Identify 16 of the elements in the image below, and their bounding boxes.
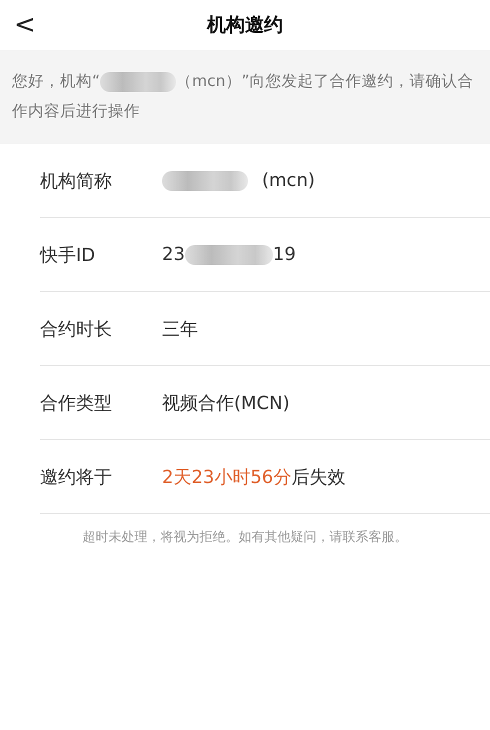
field-label: 合约时长 [40, 318, 113, 340]
countdown-value: 2天23小时56分 [162, 466, 292, 488]
footnote: 超时未处理，将视为拒绝。如有其他疑问，请联系客服。 [82, 529, 408, 546]
page-title: 机构邀约 [206, 13, 284, 38]
field-value: 三年 [162, 318, 198, 340]
back-button[interactable]: < [0, 10, 44, 40]
field-label: 合作类型 [40, 392, 113, 414]
field-value: 23 [162, 244, 185, 265]
field-value: 后失效 [291, 466, 346, 488]
field-label: 快手ID [40, 244, 96, 266]
field-value: 视频合作(MCN) [162, 392, 290, 414]
field-value: 19 [272, 244, 296, 265]
field-label: 邀约将于 [40, 466, 113, 488]
field-label: 机构简称 [40, 170, 113, 192]
field-value: (mcn) [262, 170, 315, 191]
notice-text: 您好，机构“ （mcn）”向您发起了合作邀约，请确认合作内容后进行操作 [12, 70, 475, 122]
